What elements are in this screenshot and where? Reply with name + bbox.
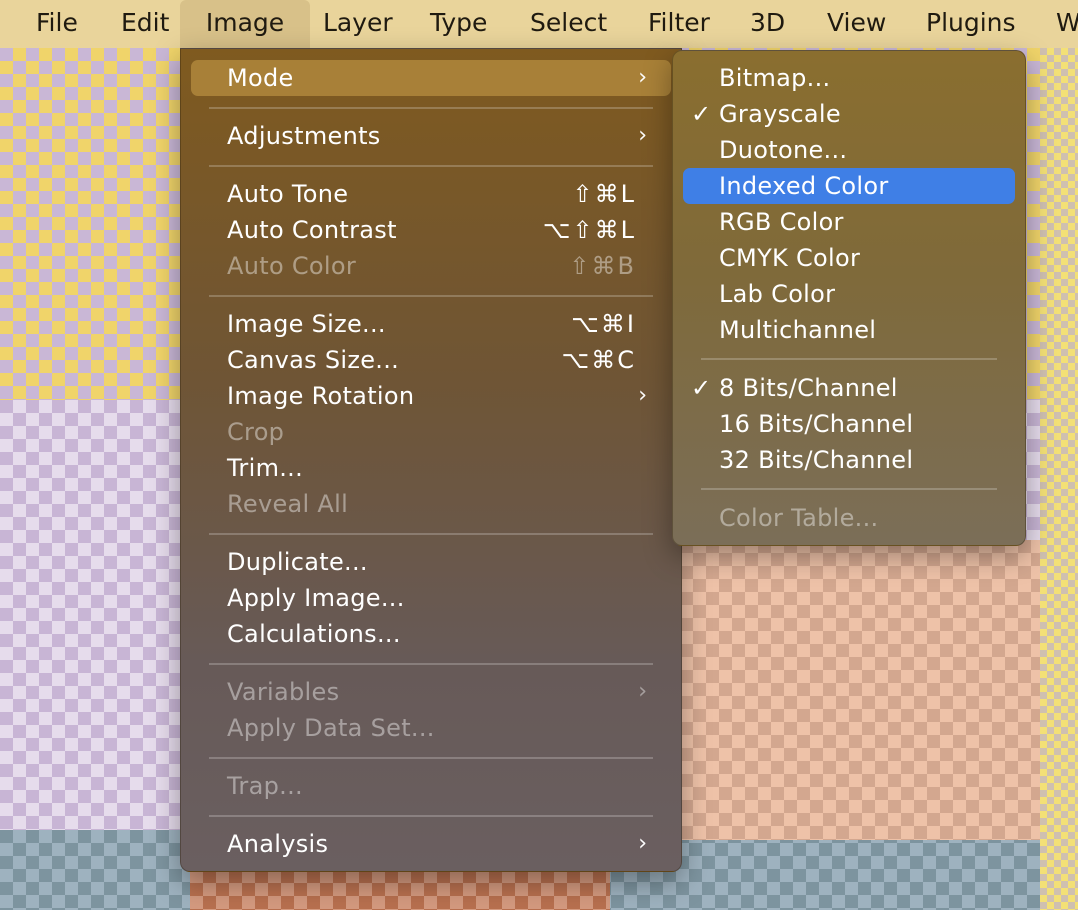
- menu-item-duplicate[interactable]: Duplicate...: [181, 544, 681, 580]
- menu-item-duotone[interactable]: Duotone...: [673, 132, 1025, 168]
- menu-separator: [209, 815, 653, 817]
- menu-image[interactable]: Image: [180, 0, 310, 48]
- menu-file[interactable]: File: [36, 0, 78, 48]
- chevron-right-icon: ›: [638, 65, 647, 90]
- menu-item-indexed-color[interactable]: Indexed Color: [683, 168, 1015, 204]
- menu-item-crop: Crop: [227, 418, 285, 446]
- menu-item-lab-color[interactable]: Lab Color: [673, 276, 1025, 312]
- shortcut-auto-color: ⇧⌘B: [569, 252, 636, 280]
- menu-edit[interactable]: Edit: [121, 0, 169, 48]
- checkmark-icon: ✓: [691, 374, 712, 402]
- menu-separator: [209, 757, 653, 759]
- shortcut-auto-tone: ⇧⌘L: [572, 180, 636, 208]
- menu-item-auto-color: Auto Color ⇧⌘B: [181, 248, 681, 284]
- menu-item-bitmap[interactable]: Bitmap...: [673, 60, 1025, 96]
- shortcut-canvas-size: ⌥⌘C: [561, 346, 636, 374]
- menu-item-rgb-color[interactable]: RGB Color: [673, 204, 1025, 240]
- chevron-right-icon: ›: [638, 831, 647, 856]
- menu-view[interactable]: View: [827, 0, 886, 48]
- menu-item-color-table: Color Table...: [719, 504, 879, 532]
- menu-item-mode[interactable]: Mode ›: [191, 60, 671, 96]
- menu-item-analysis[interactable]: Analysis ›: [181, 826, 681, 862]
- menu-item-trap: Trap...: [227, 772, 303, 800]
- canvas-checker-orange: [680, 540, 1078, 840]
- checkmark-icon: ✓: [691, 100, 712, 128]
- menu-item-8-bits[interactable]: ✓ 8 Bits/Channel: [673, 370, 1025, 406]
- menu-separator: [209, 295, 653, 297]
- menu-type[interactable]: Type: [430, 0, 487, 48]
- menu-separator: [209, 165, 653, 167]
- menu-window[interactable]: W: [1056, 0, 1078, 48]
- menu-separator: [209, 663, 653, 665]
- menu-item-cmyk-color[interactable]: CMYK Color: [673, 240, 1025, 276]
- shortcut-image-size: ⌥⌘I: [571, 310, 636, 338]
- shortcut-auto-contrast: ⌥⇧⌘L: [542, 216, 636, 244]
- menu-bar: File Edit Image Layer Type Select Filter…: [0, 0, 1078, 48]
- menu-filter[interactable]: Filter: [648, 0, 710, 48]
- chevron-right-icon: ›: [638, 679, 647, 704]
- menu-item-apply-image[interactable]: Apply Image...: [181, 580, 681, 616]
- menu-plugins[interactable]: Plugins: [926, 0, 1016, 48]
- menu-select[interactable]: Select: [530, 0, 607, 48]
- menu-item-multichannel[interactable]: Multichannel: [673, 312, 1025, 348]
- menu-item-image-size[interactable]: Image Size... ⌥⌘I: [181, 306, 681, 342]
- canvas-checker-rust: [190, 870, 610, 910]
- menu-item-variables: Variables ›: [181, 674, 681, 710]
- menu-3d[interactable]: 3D: [750, 0, 785, 48]
- menu-separator: [701, 358, 997, 360]
- menu-item-auto-tone[interactable]: Auto Tone ⇧⌘L: [181, 176, 681, 212]
- menu-item-calculations[interactable]: Calculations...: [181, 616, 681, 652]
- menu-item-adjustments[interactable]: Adjustments ›: [181, 118, 681, 154]
- menu-item-canvas-size[interactable]: Canvas Size... ⌥⌘C: [181, 342, 681, 378]
- menu-item-trim[interactable]: Trim...: [181, 450, 681, 486]
- menu-separator: [209, 533, 653, 535]
- image-menu: Mode › Adjustments › Auto Tone ⇧⌘L Auto …: [180, 48, 682, 872]
- menu-separator: [701, 488, 997, 490]
- menu-separator: [209, 107, 653, 109]
- menu-item-32-bits[interactable]: 32 Bits/Channel: [673, 442, 1025, 478]
- chevron-right-icon: ›: [638, 383, 647, 408]
- mode-submenu: Bitmap... ✓ Grayscale Duotone... Indexed…: [672, 50, 1026, 546]
- menu-item-auto-contrast[interactable]: Auto Contrast ⌥⇧⌘L: [181, 212, 681, 248]
- menu-item-apply-data-set: Apply Data Set...: [227, 714, 435, 742]
- menu-item-reveal-all: Reveal All: [227, 490, 349, 518]
- menu-item-image-rotation[interactable]: Image Rotation ›: [181, 378, 681, 414]
- chevron-right-icon: ›: [638, 123, 647, 148]
- menu-item-grayscale[interactable]: ✓ Grayscale: [673, 96, 1025, 132]
- menu-layer[interactable]: Layer: [323, 0, 393, 48]
- menu-item-16-bits[interactable]: 16 Bits/Channel: [673, 406, 1025, 442]
- canvas-checker-strip: [1040, 48, 1078, 910]
